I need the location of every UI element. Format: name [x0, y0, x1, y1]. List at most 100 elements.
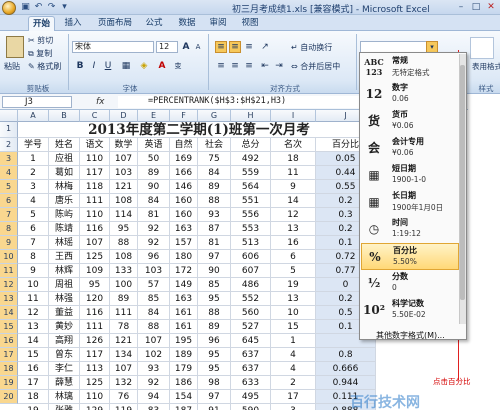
- table-cell[interactable]: 113: [80, 362, 110, 376]
- row-header[interactable]: 6: [0, 194, 18, 208]
- table-cell[interactable]: 107: [138, 334, 170, 348]
- align-left-icon[interactable]: ≡: [215, 60, 227, 72]
- table-cell[interactable]: 119: [110, 404, 138, 410]
- redo-icon[interactable]: ↷: [46, 2, 57, 13]
- table-cell[interactable]: 633: [231, 376, 271, 390]
- align-center-icon[interactable]: ≡: [229, 60, 241, 72]
- table-cell[interactable]: 88: [110, 236, 138, 250]
- table-cell[interactable]: 周祖: [49, 278, 80, 292]
- table-cell[interactable]: 9: [271, 180, 316, 194]
- column-header[interactable]: I: [271, 110, 316, 122]
- table-cell[interactable]: 0.944: [316, 376, 376, 390]
- table-cell[interactable]: 15: [271, 320, 316, 334]
- fx-icon[interactable]: fx: [96, 96, 116, 108]
- table-cell[interactable]: 98: [198, 376, 231, 390]
- table-cell[interactable]: 111: [110, 306, 138, 320]
- align-bottom-icon[interactable]: ≡: [243, 41, 255, 53]
- tab-data[interactable]: 数据: [175, 16, 199, 31]
- table-cell[interactable]: 93: [138, 362, 170, 376]
- table-cell[interactable]: 84: [138, 306, 170, 320]
- table-cell[interactable]: 薛慧: [49, 376, 80, 390]
- table-cell[interactable]: 19: [271, 278, 316, 292]
- table-cell[interactable]: 163: [170, 222, 198, 236]
- table-cell[interactable]: 95: [198, 348, 231, 362]
- table-cell[interactable]: 110: [80, 152, 110, 166]
- column-title-cell[interactable]: 总分: [231, 138, 271, 152]
- table-cell[interactable]: 100: [110, 278, 138, 292]
- table-cell[interactable]: 103: [110, 166, 138, 180]
- fill-color-icon[interactable]: ◈: [138, 60, 150, 72]
- table-cell[interactable]: 94: [138, 390, 170, 404]
- select-all-corner[interactable]: [0, 110, 18, 122]
- column-title-cell[interactable]: 名次: [271, 138, 316, 152]
- table-cell[interactable]: 161: [170, 306, 198, 320]
- table-cell[interactable]: 葛如: [49, 166, 80, 180]
- table-cell[interactable]: 王西: [49, 250, 80, 264]
- table-cell[interactable]: 492: [231, 152, 271, 166]
- copy-button[interactable]: ⧉ 复制: [28, 48, 52, 59]
- number-format-item[interactable]: 12 数字 0.06: [361, 81, 459, 108]
- row-header[interactable]: 14: [0, 306, 18, 320]
- table-cell[interactable]: 17: [18, 376, 49, 390]
- name-box[interactable]: J3: [2, 96, 72, 108]
- table-cell[interactable]: 0.8: [316, 348, 376, 362]
- table-cell[interactable]: 林梅: [49, 180, 80, 194]
- column-header[interactable]: D: [110, 110, 138, 122]
- table-cell[interactable]: 107: [110, 152, 138, 166]
- row-header[interactable]: 19: [0, 376, 18, 390]
- table-cell[interactable]: 606: [231, 250, 271, 264]
- more-number-formats-link[interactable]: 其他数字格式(M)...: [376, 330, 445, 341]
- table-cell[interactable]: 林辉: [49, 264, 80, 278]
- tab-formulas[interactable]: 公式: [142, 16, 166, 31]
- wrap-text-button[interactable]: ↵ 自动换行: [291, 42, 332, 53]
- table-cell[interactable]: 陈靖: [49, 222, 80, 236]
- table-cell[interactable]: 16: [18, 362, 49, 376]
- table-cell[interactable]: 114: [110, 208, 138, 222]
- table-cell[interactable]: 117: [80, 166, 110, 180]
- row-header[interactable]: 20: [0, 390, 18, 404]
- font-name-combo[interactable]: 宋体: [72, 41, 154, 53]
- table-cell[interactable]: 4: [271, 348, 316, 362]
- phonetic-icon[interactable]: 变: [172, 60, 184, 72]
- office-button[interactable]: [2, 1, 16, 15]
- table-cell[interactable]: 88: [198, 194, 231, 208]
- column-header[interactable]: A: [18, 110, 49, 122]
- table-cell[interactable]: 1: [18, 152, 49, 166]
- table-cell[interactable]: 96: [198, 334, 231, 348]
- column-title-cell[interactable]: 语文: [80, 138, 110, 152]
- borders-icon[interactable]: ▦: [120, 60, 132, 72]
- table-cell[interactable]: 89: [198, 180, 231, 194]
- grow-font-button[interactable]: A: [180, 41, 192, 53]
- table-cell[interactable]: 110: [80, 208, 110, 222]
- table-cell[interactable]: 120: [80, 292, 110, 306]
- table-cell[interactable]: 180: [170, 250, 198, 264]
- table-cell[interactable]: 3: [271, 404, 316, 410]
- tab-insert[interactable]: 插入: [60, 16, 86, 31]
- customize-qat-icon[interactable]: ▾: [59, 2, 70, 13]
- column-header[interactable]: C: [80, 110, 110, 122]
- table-cell[interactable]: 88: [138, 320, 170, 334]
- table-cell[interactable]: 17: [271, 390, 316, 404]
- table-cell[interactable]: 10: [18, 278, 49, 292]
- bold-button[interactable]: B: [74, 60, 86, 72]
- table-cell[interactable]: 513: [231, 236, 271, 250]
- tab-review[interactable]: 审阅: [206, 16, 230, 31]
- table-cell[interactable]: 179: [170, 362, 198, 376]
- table-cell[interactable]: 117: [80, 348, 110, 362]
- worksheet-grid[interactable]: ABCDEFGHIJ 1 2 3 4 5 6 7 8 9 10 11 12 13 14 15 16 17 18 19…: [0, 110, 380, 410]
- table-cell[interactable]: 607: [231, 264, 271, 278]
- number-format-item[interactable]: ▦ 长日期 1900年1月0日: [361, 189, 459, 216]
- table-cell[interactable]: 560: [231, 306, 271, 320]
- underline-button[interactable]: U: [102, 60, 114, 72]
- row-header[interactable]: 1: [0, 122, 18, 138]
- table-cell[interactable]: 6: [271, 250, 316, 264]
- table-cell[interactable]: 87: [198, 222, 231, 236]
- table-cell[interactable]: 129: [80, 404, 110, 410]
- table-cell[interactable]: 166: [170, 166, 198, 180]
- decrease-indent-icon[interactable]: ⇤: [259, 60, 271, 72]
- table-cell[interactable]: 195: [170, 334, 198, 348]
- font-size-combo[interactable]: 12: [156, 41, 178, 53]
- table-cell[interactable]: 110: [80, 390, 110, 404]
- row-header[interactable]: 7: [0, 208, 18, 222]
- font-color-button[interactable]: A: [156, 60, 168, 72]
